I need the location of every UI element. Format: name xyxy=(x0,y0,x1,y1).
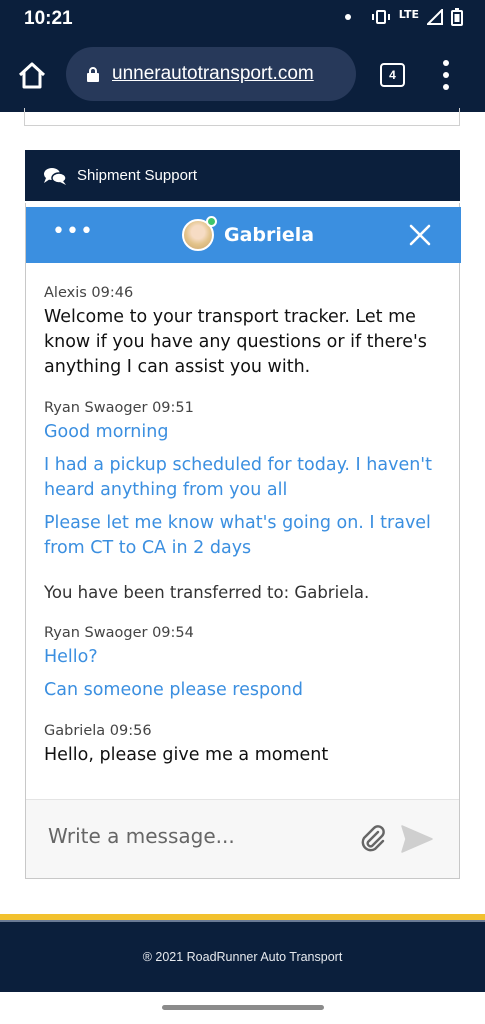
message-group: Ryan Swaoger 09:54 Hello? Can someone pl… xyxy=(44,625,441,703)
send-icon[interactable] xyxy=(400,824,434,854)
previous-card-edge xyxy=(24,108,460,126)
online-status-icon xyxy=(206,216,217,227)
tab-switcher-button[interactable]: 4 xyxy=(380,63,405,87)
system-navigation xyxy=(0,992,485,1024)
message-input[interactable]: Write a message... xyxy=(48,824,235,848)
agent-name: Gabriela xyxy=(224,224,315,246)
battery-icon xyxy=(451,8,463,26)
user-message: Good morning xyxy=(44,422,169,442)
status-time: 10:21 xyxy=(24,8,73,29)
message-meta: Ryan Swaoger 09:51 xyxy=(44,400,194,416)
address-bar[interactable]: unnerautotransport.com xyxy=(66,47,356,101)
chat-options-icon[interactable]: ••• xyxy=(52,221,94,243)
message-group: Alexis 09:46 Welcome to your transport t… xyxy=(44,285,441,380)
user-message: Can someone please respond xyxy=(44,680,303,700)
message-meta: Gabriela 09:56 xyxy=(44,723,152,739)
page-content: Shipment Support ••• Gabriela Alexis 09:… xyxy=(0,108,485,1024)
overflow-menu-icon[interactable] xyxy=(440,60,452,90)
url-text[interactable]: unnerautotransport.com xyxy=(112,63,314,85)
user-message: I had a pickup scheduled for today. I ha… xyxy=(44,455,432,500)
status-bar: 10:21 LTE xyxy=(0,0,485,38)
message-group: Ryan Swaoger 09:51 Good morning I had a … xyxy=(44,400,441,561)
copyright-text: ® 2021 RoadRunner Auto Transport xyxy=(142,950,343,964)
agent-avatar xyxy=(182,216,217,251)
agent-message: Hello, please give me a moment xyxy=(44,745,329,765)
message-meta: Alexis 09:46 xyxy=(44,285,134,301)
site-footer: ® 2021 RoadRunner Auto Transport xyxy=(0,920,485,992)
close-icon[interactable] xyxy=(409,224,431,246)
chat-header: ••• Gabriela xyxy=(26,207,461,263)
message-list[interactable]: Alexis 09:46 Welcome to your transport t… xyxy=(26,263,459,799)
network-type: LTE xyxy=(398,7,419,21)
chat-bubbles-icon xyxy=(44,167,67,185)
signal-icon xyxy=(427,9,443,25)
notification-dot-icon xyxy=(344,14,351,20)
system-message: You have been transferred to: Gabriela. xyxy=(44,583,370,602)
lock-icon xyxy=(87,67,99,82)
user-message: Hello? xyxy=(44,647,98,667)
support-header: Shipment Support xyxy=(25,150,460,201)
status-icons: LTE xyxy=(344,7,463,26)
agent-info: Gabriela xyxy=(182,216,315,251)
message-group: Gabriela 09:56 Hello, please give me a m… xyxy=(44,723,441,768)
agent-message: Welcome to your transport tracker. Let m… xyxy=(44,307,427,377)
paperclip-icon[interactable] xyxy=(358,824,388,854)
support-title: Shipment Support xyxy=(77,167,198,184)
browser-toolbar: unnerautotransport.com 4 xyxy=(0,38,485,112)
home-gesture-handle[interactable] xyxy=(162,1005,324,1010)
home-icon[interactable] xyxy=(16,60,48,92)
user-message: Please let me know what's going on. I tr… xyxy=(44,513,431,558)
vibrate-icon xyxy=(371,10,390,24)
chat-widget: ••• Gabriela Alexis 09:46 Welcome to you… xyxy=(25,203,461,879)
message-meta: Ryan Swaoger 09:54 xyxy=(44,625,194,641)
compose-bar: Write a message... xyxy=(26,799,459,878)
